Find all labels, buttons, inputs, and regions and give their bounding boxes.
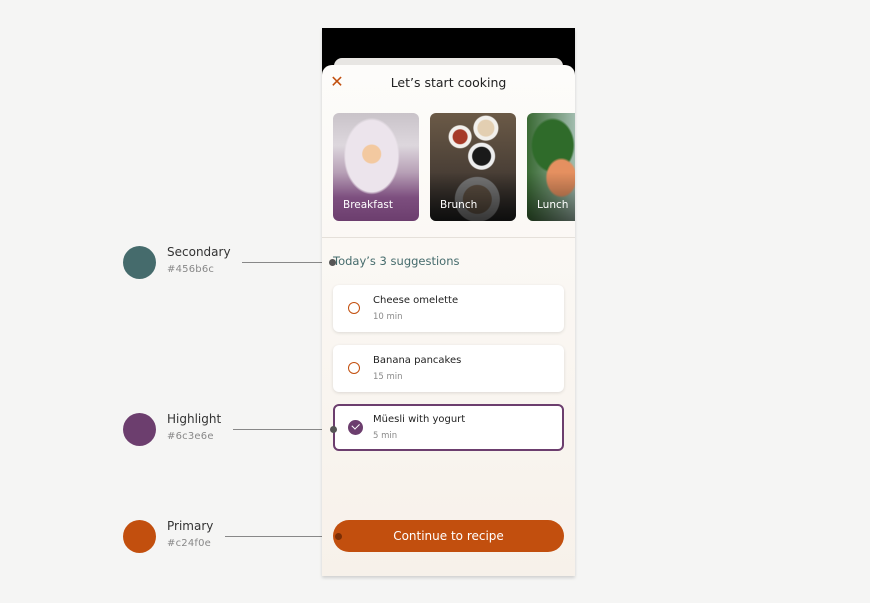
radio-unchecked-icon[interactable] xyxy=(348,362,360,374)
leader-dot xyxy=(330,426,337,433)
legend-hex: #c24f0e xyxy=(167,538,212,549)
category-brunch[interactable]: Brunch xyxy=(430,113,516,221)
primary-swatch xyxy=(123,520,156,553)
leader-line xyxy=(225,536,337,537)
legend-hex: #456b6c xyxy=(167,264,215,275)
highlight-swatch xyxy=(123,413,156,446)
suggestion-time: 10 min xyxy=(373,312,403,322)
sheet-title: Let’s start cooking xyxy=(390,75,507,90)
suggestion-time: 15 min xyxy=(373,372,403,382)
leader-line xyxy=(242,262,334,263)
leader-dot xyxy=(335,533,342,540)
secondary-swatch xyxy=(123,246,156,279)
legend-name: Secondary xyxy=(167,245,231,259)
suggestion-name: Banana pancakes xyxy=(373,355,462,366)
radio-checked-icon[interactable] xyxy=(348,420,363,435)
suggestion-item[interactable]: Banana pancakes 15 min xyxy=(333,345,564,392)
category-carousel[interactable]: Breakfast Brunch Lunch xyxy=(333,113,575,221)
legend-name: Highlight xyxy=(167,412,222,426)
suggestion-name: Cheese omelette xyxy=(373,295,459,306)
continue-to-recipe-button[interactable]: Continue to recipe xyxy=(333,520,564,552)
bottom-sheet: ✕ Let’s start cooking Breakfast Brunch L… xyxy=(322,65,575,576)
category-breakfast[interactable]: Breakfast xyxy=(333,113,419,221)
category-lunch[interactable]: Lunch xyxy=(527,113,575,221)
category-label: Lunch xyxy=(537,199,569,211)
leader-dot xyxy=(329,259,336,266)
check-icon xyxy=(351,421,360,430)
legend-hex: #6c3e6e xyxy=(167,431,214,442)
radio-unchecked-icon[interactable] xyxy=(348,302,360,314)
suggestion-item[interactable]: Cheese omelette 10 min xyxy=(333,285,564,332)
suggestion-time: 5 min xyxy=(373,431,398,441)
category-label: Brunch xyxy=(440,199,478,211)
category-label: Breakfast xyxy=(343,199,393,211)
suggestion-item-selected[interactable]: Müesli with yogurt 5 min xyxy=(333,404,564,451)
leader-line xyxy=(233,429,334,430)
divider xyxy=(322,237,575,238)
legend-name: Primary xyxy=(167,519,214,533)
suggestion-name: Müesli with yogurt xyxy=(373,414,466,425)
suggestions-title: Today’s 3 suggestions xyxy=(333,254,460,268)
